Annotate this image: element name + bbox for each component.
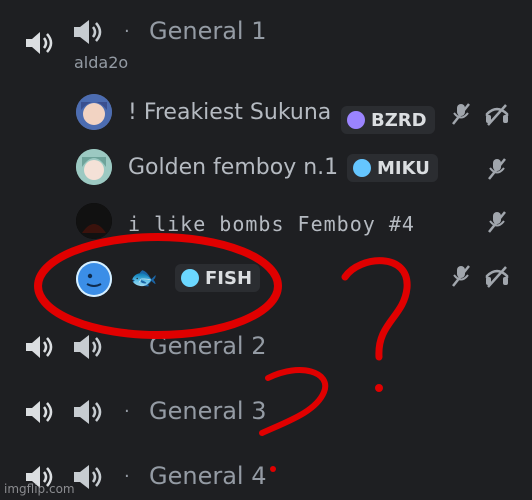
mic-muted-icon — [447, 100, 475, 128]
avatar[interactable] — [76, 94, 112, 130]
channel-name-1[interactable]: General 1 — [149, 17, 266, 45]
mic-muted-icon — [483, 155, 511, 183]
member-tag: FISH — [175, 264, 261, 292]
member-name[interactable]: Golden femboy n.1 — [128, 155, 338, 180]
speaker-emoji-icon — [72, 462, 104, 492]
separator-dot: · — [124, 21, 130, 42]
speaker-icon — [24, 399, 54, 425]
watermark: imgflip.com — [4, 482, 75, 496]
deafened-icon — [483, 100, 511, 128]
user-label: alda2o — [74, 53, 129, 72]
tag-icon — [347, 111, 365, 129]
channel-name-3[interactable]: General 3 — [149, 397, 266, 425]
tag-icon — [353, 159, 371, 177]
speaker-emoji-icon — [72, 397, 104, 427]
speaker-icon — [24, 334, 54, 360]
speaker-icon — [24, 30, 54, 56]
deafened-icon — [483, 262, 511, 290]
tag-label: BZRD — [371, 109, 427, 131]
separator-dot: · — [124, 401, 130, 422]
mic-muted-icon — [447, 262, 475, 290]
channel-name-2[interactable]: General 2 — [149, 332, 266, 360]
avatar[interactable] — [76, 149, 112, 185]
member-name[interactable]: 🐟 — [130, 266, 157, 291]
member-name[interactable]: i like bombs Femboy #4 — [128, 212, 415, 236]
member-tag: MIKU — [347, 154, 438, 182]
avatar[interactable] — [76, 203, 112, 239]
mic-muted-icon — [483, 208, 511, 236]
channel-name-4[interactable]: General 4 — [149, 462, 266, 490]
avatar[interactable] — [76, 261, 112, 297]
member-tag: BZRD — [341, 106, 435, 134]
speaker-emoji-icon — [72, 332, 104, 362]
speaker-emoji-icon — [72, 17, 104, 47]
tag-icon — [181, 269, 199, 287]
member-name[interactable]: ! Freakiest Sukuna — [128, 100, 331, 125]
tag-label: MIKU — [377, 157, 430, 179]
tag-label: FISH — [205, 267, 253, 289]
separator-dot: · — [124, 466, 130, 487]
